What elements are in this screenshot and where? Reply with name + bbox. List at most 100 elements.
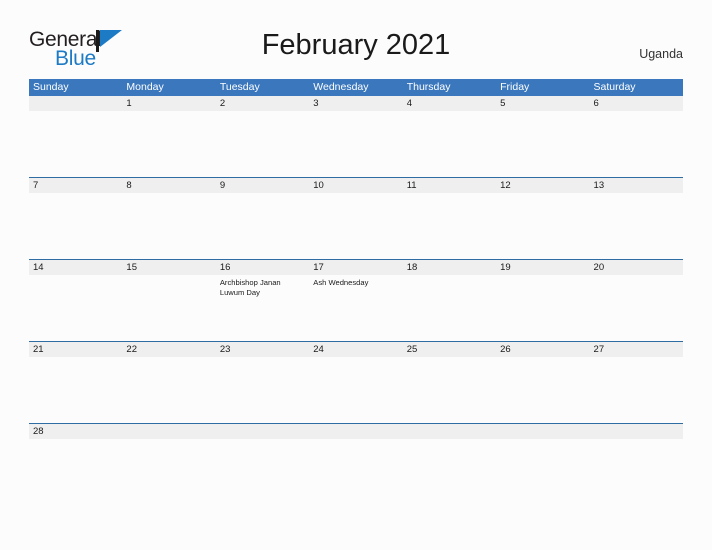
calendar-day-cell[interactable]: 14 (29, 260, 123, 341)
calendar-day-cell[interactable]: 20 (589, 260, 683, 341)
day-number-band (589, 424, 683, 439)
day-number-band: 10 (309, 178, 403, 193)
calendar-day-cell[interactable]: 28 (29, 424, 123, 448)
calendar-page: General Blue February 2021 Uganda Sunday… (0, 0, 712, 550)
day-number-band: 9 (215, 178, 310, 193)
day-number: 23 (219, 344, 231, 355)
day-number: 9 (219, 180, 226, 191)
day-number-band: 25 (402, 342, 497, 357)
calendar-day-cell[interactable]: 6 (589, 96, 683, 177)
day-number: 19 (500, 262, 511, 273)
day-number-band: 15 (122, 260, 216, 275)
day-events: Archbishop Janan Luwum Day (216, 275, 309, 297)
weekday-header-row: Sunday Monday Tuesday Wednesday Thursday… (29, 79, 683, 96)
calendar-day-cell[interactable]: 9 (215, 178, 310, 259)
day-number: 16 (219, 262, 231, 273)
day-number: 14 (33, 262, 44, 273)
day-number: 26 (500, 344, 511, 355)
calendar-day-cell[interactable]: 21 (29, 342, 123, 423)
calendar-day-cell[interactable]: 16 Archbishop Janan Luwum Day (215, 260, 310, 341)
calendar-day-cell[interactable]: 22 (122, 342, 216, 423)
weekday-header-tuesday: Tuesday (219, 81, 260, 93)
calendar-day-cell[interactable]: 7 (29, 178, 123, 259)
page-title: February 2021 (261, 29, 451, 61)
calendar-day-cell[interactable]: 11 (402, 178, 497, 259)
calendar-weeks: 1 2 3 4 5 6 7 8 9 10 11 12 13 14 15 16 Archbishop Janan … (29, 96, 683, 448)
calendar-day-cell[interactable]: 1 (122, 96, 216, 177)
day-number-band (496, 424, 590, 439)
day-number-band: 7 (29, 178, 123, 193)
day-number: 21 (33, 344, 44, 355)
calendar-day-cell[interactable]: 13 (589, 178, 683, 259)
calendar-day-cell-empty (122, 424, 216, 448)
day-number-band: 5 (496, 96, 590, 111)
calendar-day-cell[interactable]: 19 (496, 260, 590, 341)
calendar-day-cell-empty (402, 424, 497, 448)
calendar-day-cell[interactable]: 10 (309, 178, 403, 259)
day-number: 25 (406, 344, 418, 355)
day-number-band: 18 (402, 260, 497, 275)
day-number: 27 (593, 344, 605, 355)
calendar-day-cell-empty (496, 424, 590, 448)
day-number: 5 (500, 98, 506, 109)
day-number-band: 4 (402, 96, 497, 111)
day-number-band: 1 (122, 96, 216, 111)
day-number-band: 12 (496, 178, 590, 193)
day-number-band: 21 (29, 342, 123, 357)
calendar-day-cell-empty (589, 424, 683, 448)
day-number: 18 (406, 262, 418, 273)
day-number-band: 24 (309, 342, 403, 357)
calendar-week-row: 28 (29, 423, 683, 448)
calendar-day-cell[interactable]: 5 (496, 96, 590, 177)
day-events: Ash Wednesday (309, 275, 402, 288)
day-number-band: 22 (122, 342, 216, 357)
day-number: 12 (500, 180, 511, 191)
day-number: 4 (406, 98, 412, 109)
calendar-day-cell-empty (215, 424, 310, 448)
day-number-band: 2 (215, 96, 310, 111)
day-number: 28 (33, 426, 44, 437)
weekday-header-wednesday: Wednesday (313, 81, 369, 93)
calendar-day-cell[interactable]: 23 (215, 342, 310, 423)
day-number-band: 6 (589, 96, 683, 111)
day-number: 24 (313, 344, 324, 355)
calendar-day-cell[interactable]: 27 (589, 342, 683, 423)
calendar-day-cell[interactable]: 25 (402, 342, 497, 423)
calendar-day-cell[interactable]: 15 (122, 260, 216, 341)
day-number-band (402, 424, 497, 439)
calendar-week-row: 7 8 9 10 11 12 13 (29, 177, 683, 259)
region-label: Uganda (639, 47, 683, 61)
day-number-band: 20 (589, 260, 683, 275)
day-number-band: 16 (215, 260, 310, 275)
weekday-header-thursday: Thursday (406, 81, 451, 93)
page-header: General Blue February 2021 Uganda (0, 0, 712, 70)
calendar-day-cell[interactable]: 2 (215, 96, 310, 177)
calendar-day-cell-empty (29, 96, 123, 177)
weekday-header-saturday: Saturday (593, 81, 636, 93)
day-number: 22 (126, 344, 137, 355)
day-number: 8 (126, 180, 132, 191)
day-number-band (309, 424, 403, 439)
day-number-band: 23 (215, 342, 310, 357)
calendar-day-cell[interactable]: 18 (402, 260, 497, 341)
day-number-band: 11 (402, 178, 497, 193)
calendar-week-row: 21 22 23 24 25 26 27 (29, 341, 683, 423)
day-number-band: 8 (122, 178, 216, 193)
day-number-band: 17 (309, 260, 403, 275)
calendar-day-cell[interactable]: 24 (309, 342, 403, 423)
calendar-week-row: 1 2 3 4 5 6 (29, 96, 683, 177)
event-label: Archbishop Janan Luwum Day (219, 278, 281, 297)
day-number: 15 (126, 262, 137, 273)
day-number: 6 (593, 98, 599, 109)
weekday-header-sunday: Sunday (33, 81, 69, 93)
calendar-day-cell[interactable]: 12 (496, 178, 590, 259)
calendar-grid: Sunday Monday Tuesday Wednesday Thursday… (29, 79, 683, 448)
calendar-day-cell[interactable]: 8 (122, 178, 216, 259)
calendar-day-cell[interactable]: 17 Ash Wednesday (309, 260, 403, 341)
calendar-day-cell[interactable]: 4 (402, 96, 497, 177)
calendar-day-cell[interactable]: 26 (496, 342, 590, 423)
day-number-band: 13 (589, 178, 683, 193)
day-number-band: 14 (29, 260, 123, 275)
calendar-day-cell[interactable]: 3 (309, 96, 403, 177)
day-number: 20 (593, 262, 605, 273)
